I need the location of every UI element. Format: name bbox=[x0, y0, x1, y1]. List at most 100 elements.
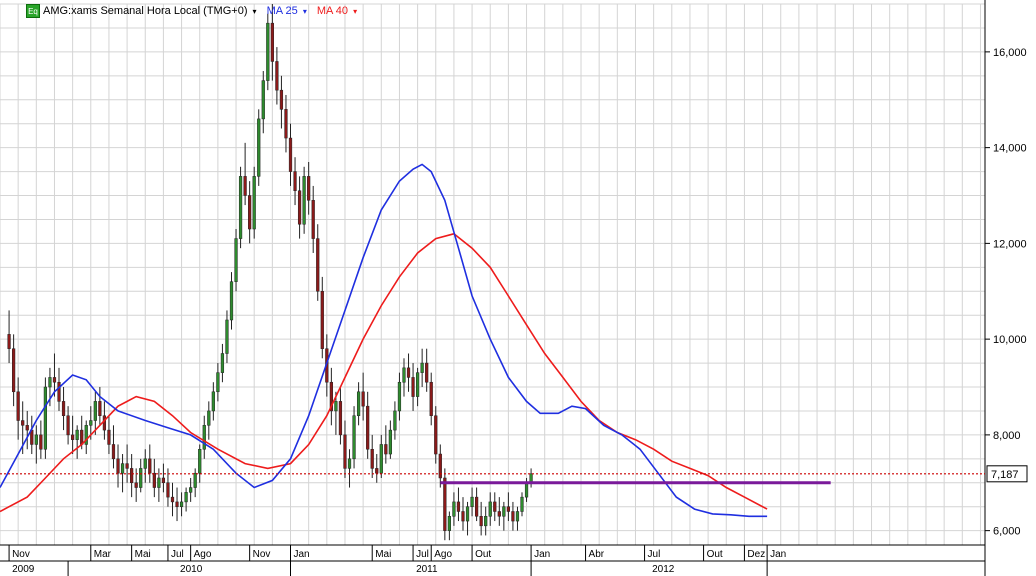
candle-body bbox=[48, 377, 52, 388]
x-month-label: Ago bbox=[194, 549, 212, 560]
symbol-label: AMG:xams Semanal Hora Local (TMG+0) bbox=[43, 5, 248, 17]
candle-body bbox=[193, 472, 197, 488]
candle-body bbox=[157, 477, 161, 488]
candle-body bbox=[447, 516, 451, 531]
x-year-label: 2012 bbox=[652, 564, 675, 575]
candle-body bbox=[152, 472, 156, 488]
candle-body bbox=[130, 468, 134, 484]
candle-body bbox=[515, 511, 520, 522]
symbol-dropdown-icon: ▾ bbox=[252, 7, 257, 16]
x-month-label: Nov bbox=[12, 549, 30, 560]
x-month-label: Jan bbox=[534, 549, 550, 560]
candle-body bbox=[443, 477, 447, 531]
x-month-label: Jan bbox=[294, 549, 310, 560]
x-year-label: 2009 bbox=[12, 564, 35, 575]
x-month-label: Jul bbox=[171, 549, 184, 560]
ma40-legend[interactable]: MA 40 ▾ bbox=[317, 5, 357, 17]
candle-body bbox=[116, 458, 120, 474]
candle-body bbox=[352, 415, 356, 460]
y-tick-label: 6,000 bbox=[993, 526, 1021, 538]
candle-body bbox=[261, 80, 265, 120]
ma40-dropdown-icon: ▾ bbox=[353, 7, 358, 16]
candle-body bbox=[484, 516, 488, 527]
indicator-lines bbox=[0, 163, 985, 518]
candle-body bbox=[161, 477, 166, 484]
candle-body bbox=[497, 511, 501, 517]
candle-body bbox=[388, 429, 392, 455]
candle-body bbox=[429, 381, 433, 416]
chart-legend: Eq AMG:xams Semanal Hora Local (TMG+0) ▾… bbox=[26, 3, 367, 19]
candle-body bbox=[293, 171, 297, 191]
candle-body bbox=[12, 348, 16, 393]
candle-body bbox=[238, 176, 243, 239]
ma25-line bbox=[0, 163, 768, 518]
candle-body bbox=[220, 353, 225, 373]
candle-body bbox=[370, 448, 374, 469]
candle-body bbox=[406, 367, 411, 378]
candle-body bbox=[402, 367, 406, 383]
candle-body bbox=[61, 401, 66, 416]
candle-body bbox=[266, 22, 270, 81]
candle-body bbox=[175, 501, 179, 507]
y-tick-label: 8,000 bbox=[993, 430, 1021, 442]
candle-body bbox=[320, 291, 324, 349]
ma25-dropdown-icon: ▾ bbox=[302, 7, 307, 16]
candle-body bbox=[307, 176, 311, 201]
x-month-label: Mai bbox=[135, 549, 151, 560]
candle-body bbox=[302, 176, 306, 225]
symbol-selector[interactable]: AMG:xams Semanal Hora Local (TMG+0) ▾ bbox=[43, 5, 257, 17]
y-tick-label: 16,000 bbox=[993, 47, 1027, 59]
last-price-label: 7,187 bbox=[991, 469, 1019, 481]
candle-body bbox=[361, 391, 365, 407]
candle-body bbox=[393, 410, 397, 431]
candle-body bbox=[479, 516, 483, 527]
candle-body bbox=[89, 420, 93, 426]
candle-body bbox=[452, 501, 456, 517]
candle-body bbox=[502, 506, 506, 517]
equity-badge-icon[interactable]: Eq bbox=[26, 4, 40, 18]
candle-body bbox=[143, 458, 147, 469]
candle-body bbox=[170, 496, 175, 503]
axis-labels: 6,000 8,000 10,000 12,000 14,000 16,000 Nov Mar… bbox=[12, 47, 1028, 575]
candle-body bbox=[470, 496, 474, 507]
x-month-label: Dez bbox=[747, 549, 765, 560]
x-month-label: Nov bbox=[253, 549, 271, 560]
candle-body bbox=[356, 391, 361, 416]
x-year-label: 2011 bbox=[416, 564, 438, 575]
x-month-label: Ago bbox=[434, 549, 452, 560]
candle-body bbox=[420, 362, 424, 373]
x-month-label: Mai bbox=[375, 549, 391, 560]
ma25-legend[interactable]: MA 25 ▾ bbox=[267, 5, 307, 17]
candle-body bbox=[120, 463, 125, 474]
candle-body bbox=[134, 482, 138, 488]
candle-body bbox=[189, 487, 193, 493]
candle-body bbox=[207, 410, 211, 426]
candle-body bbox=[202, 425, 206, 450]
x-month-label: Out bbox=[707, 549, 723, 560]
candle-body bbox=[284, 109, 288, 139]
candle-body bbox=[43, 386, 48, 450]
candle-body bbox=[379, 444, 383, 474]
ma40-label: MA 40 bbox=[316, 5, 349, 17]
candle-body bbox=[411, 377, 415, 397]
candle-body bbox=[34, 434, 38, 445]
candle-body bbox=[375, 468, 379, 474]
candle-body bbox=[297, 190, 302, 225]
y-tick-label: 10,000 bbox=[993, 334, 1027, 346]
candle-body bbox=[211, 391, 215, 412]
candle-body bbox=[52, 377, 57, 383]
candle-body bbox=[456, 501, 461, 512]
candle-body bbox=[257, 118, 261, 177]
y-tick-label: 12,000 bbox=[993, 238, 1027, 250]
candle-body bbox=[279, 89, 284, 110]
candle-body bbox=[506, 506, 510, 512]
candle-body bbox=[98, 401, 102, 416]
candle-body bbox=[75, 429, 79, 440]
x-month-label: Out bbox=[475, 549, 491, 560]
candle-body bbox=[248, 195, 252, 230]
x-month-label: Jan bbox=[770, 549, 786, 560]
candle-body bbox=[275, 61, 279, 91]
candle-body bbox=[39, 434, 43, 450]
candle-body bbox=[198, 448, 202, 474]
candle-body bbox=[461, 511, 465, 522]
